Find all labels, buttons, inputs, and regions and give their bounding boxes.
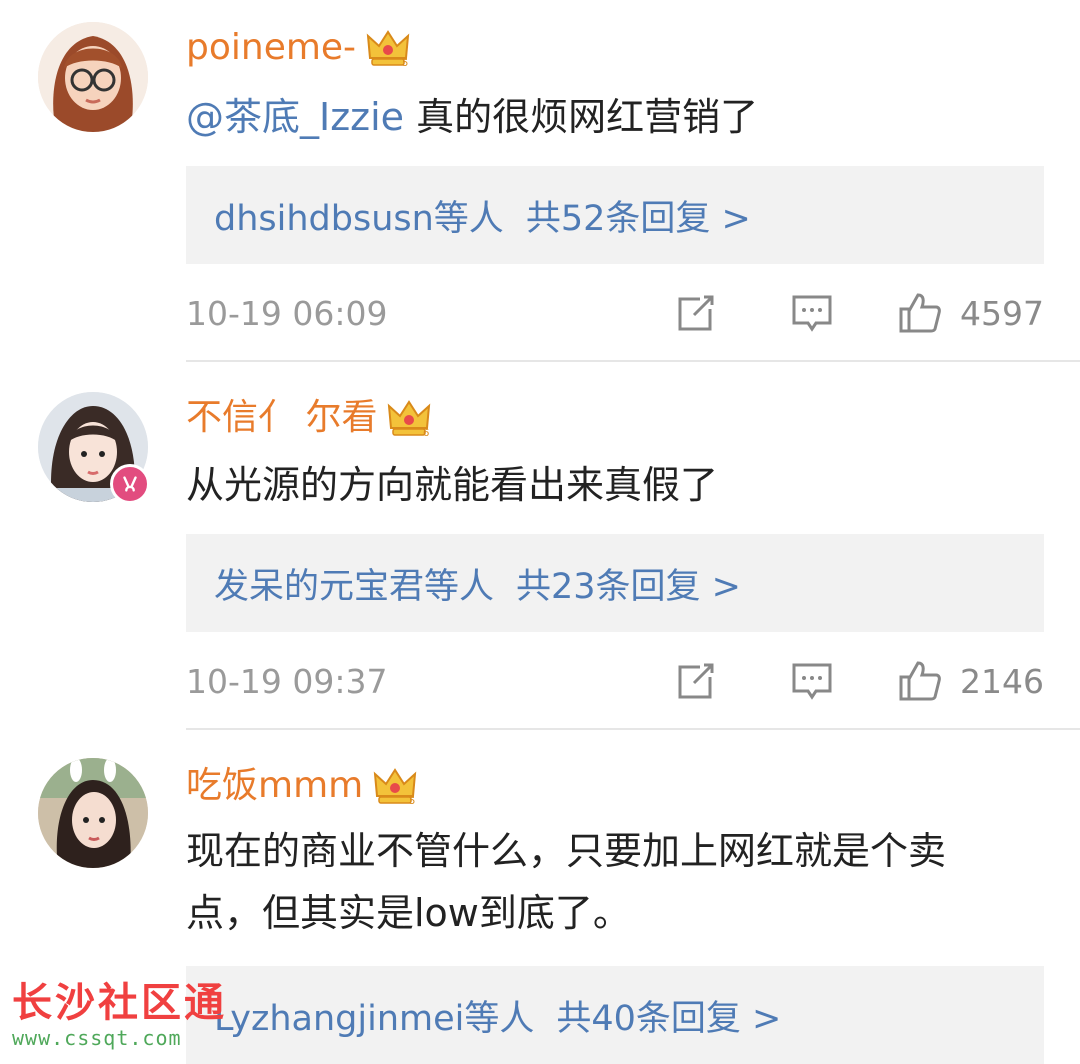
reply-preview[interactable]: dhsihdbsusn等人 共52条回复 > (186, 166, 1044, 264)
svg-text:5: 5 (409, 796, 415, 806)
timestamp: 10-19 06:09 (186, 293, 388, 333)
crown-vip-icon: 5 (366, 28, 410, 69)
reply-users[interactable]: 发呆的元宝君等人 (214, 558, 494, 609)
reply-count-link[interactable]: 共40条回复 > (556, 990, 781, 1041)
verified-badge-icon (110, 464, 150, 504)
share-icon[interactable] (674, 291, 718, 335)
like-count: 4597 (960, 293, 1044, 333)
username[interactable]: 吃饭mmm 5 (186, 764, 417, 808)
comment-body: 真的很烦网红营销了 (404, 95, 759, 139)
crown-vip-icon: 5 (373, 766, 417, 807)
reply-preview[interactable]: Lyzhangjinmei等人 共40条回复 > (186, 966, 1044, 1064)
username-text[interactable]: 不信亻 尔看 (186, 396, 377, 440)
comment-meta: 10-19 09:37 2146 (186, 656, 1044, 706)
site-watermark: 长沙社区通 www.cssqt.com (12, 979, 227, 1051)
reply-users[interactable]: Lyzhangjinmei等人 (214, 990, 534, 1041)
username-text[interactable]: 吃饭mmm (186, 764, 363, 808)
share-icon[interactable] (674, 659, 718, 703)
comment-text: 现在的商业不管什么，只要加上网红就是个卖点，但其实是low到底了。 (186, 829, 947, 935)
reply-users[interactable]: dhsihdbsusn等人 (214, 190, 504, 241)
timestamp: 10-19 09:37 (186, 661, 388, 701)
reply-preview[interactable]: 发呆的元宝君等人 共23条回复 > (186, 534, 1044, 632)
crown-vip-icon: 6 (387, 398, 431, 439)
username[interactable]: 不信亻 尔看 6 (186, 396, 431, 440)
watermark-url: www.cssqt.com (12, 1026, 182, 1050)
thumbs-up-icon[interactable] (898, 659, 942, 703)
comment-meta: 10-19 06:09 4597 (186, 288, 1044, 338)
comment-item: poineme- 5 @茶底_Izzie 真的很烦网红营销了 dhsihdbsu… (0, 0, 1080, 362)
username[interactable]: poineme- 5 (186, 26, 410, 70)
avatar[interactable] (38, 22, 148, 132)
svg-text:5: 5 (402, 58, 408, 68)
reply-count-link[interactable]: 共23条回复 > (516, 558, 741, 609)
avatar[interactable] (38, 758, 148, 868)
comment-icon[interactable] (790, 659, 834, 703)
comment-text: 从光源的方向就能看出来真假了 (186, 463, 719, 507)
mention-link[interactable]: @茶底_Izzie (186, 95, 404, 139)
watermark-title: 长沙社区通 (12, 979, 227, 1026)
svg-text:6: 6 (423, 428, 429, 438)
username-text[interactable]: poineme- (186, 26, 356, 70)
reply-count-link[interactable]: 共52条回复 > (526, 190, 751, 241)
comment-item: 不信亻 尔看 6 从光源的方向就能看出来真假了 发呆的元宝君等人 共23条回复 … (0, 362, 1080, 730)
comment-text: @茶底_Izzie 真的很烦网红营销了 (186, 86, 1020, 148)
comment-icon[interactable] (790, 291, 834, 335)
thumbs-up-icon[interactable] (898, 291, 942, 335)
like-count: 2146 (960, 661, 1044, 701)
